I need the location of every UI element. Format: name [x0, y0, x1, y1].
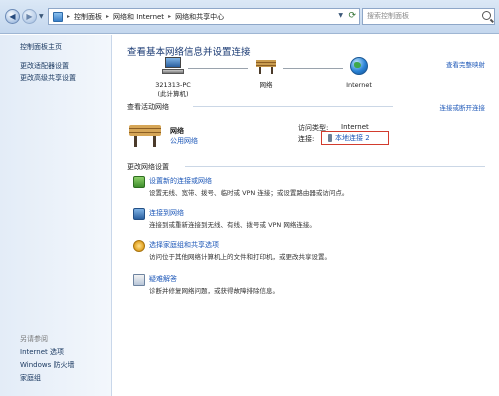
- task-troubleshoot[interactable]: 疑难解答 诊断并修复网络问题，或获得故障排除信息。: [133, 274, 473, 298]
- sidebar-link-internet-options[interactable]: Internet 选项: [20, 347, 64, 357]
- troubleshoot-icon: [133, 274, 145, 286]
- sidebar-link-advanced-sharing[interactable]: 更改高级共享设置: [20, 73, 76, 83]
- sidebar-link-windows-firewall[interactable]: Windows 防火墙: [20, 360, 74, 370]
- breadcrumb-network-sharing-center[interactable]: 网络和共享中心: [175, 12, 224, 22]
- pc-sub-label: (此计算机): [157, 90, 189, 98]
- map-node-network[interactable]: 网络: [236, 57, 296, 90]
- task-homegroup-sharing[interactable]: 选择家庭组和共享选项 访问位于其他网络计算机上的文件和打印机，或更改共享设置。: [133, 240, 473, 264]
- sidebar: 控制面板主页 更改适配器设置 更改高级共享设置 另请参阅 Internet 选项…: [0, 35, 112, 396]
- network-setup-icon: [133, 176, 145, 188]
- search-placeholder: 搜索控制面板: [367, 12, 409, 20]
- task-title[interactable]: 疑难解答: [149, 274, 177, 284]
- internet-node-label: Internet: [346, 81, 372, 89]
- title-bar: ◀ ▶ ▼ ▸ 控制面板 ▸ 网络和 Internet ▸ 网络和共享中心 ▼ …: [0, 0, 499, 34]
- control-panel-icon: [53, 11, 63, 22]
- forward-button[interactable]: ▶: [22, 9, 37, 24]
- public-network-icon: [129, 121, 161, 147]
- connect-network-icon: [133, 208, 145, 220]
- network-node-label: 网络: [259, 81, 273, 89]
- main-panel: 查看基本网络信息并设置连接 查看完整映射 321313-PC (此计算机) 网络…: [113, 35, 499, 396]
- refresh-icon[interactable]: ⟳: [348, 11, 356, 21]
- task-setup-connection[interactable]: 设置新的连接或网络 设置无线、宽带、拨号、临时或 VPN 连接；或设置路由器或访…: [133, 176, 473, 200]
- connection-name: 本地连接 2: [335, 134, 370, 142]
- connection-label: 连接:: [298, 135, 315, 143]
- section-divider: [193, 106, 393, 107]
- task-title[interactable]: 选择家庭组和共享选项: [149, 240, 219, 250]
- task-title[interactable]: 设置新的连接或网络: [149, 176, 212, 186]
- history-dropdown-icon[interactable]: ▼: [39, 13, 44, 20]
- globe-icon: [350, 57, 368, 75]
- ethernet-plug-icon: [328, 134, 332, 142]
- pc-name-label: 321313-PC: [155, 81, 191, 89]
- page-title: 查看基本网络信息并设置连接: [127, 47, 251, 58]
- see-also-heading: 另请参阅: [20, 335, 48, 343]
- task-description: 设置无线、宽带、拨号、临时或 VPN 连接；或设置路由器或访问点。: [149, 189, 349, 197]
- task-description: 连接到或重新连接到无线、有线、拨号或 VPN 网络连接。: [149, 221, 316, 229]
- breadcrumb-control-panel[interactable]: 控制面板: [74, 12, 102, 22]
- breadcrumb-network-internet[interactable]: 网络和 Internet: [113, 12, 164, 22]
- task-description: 访问位于其他网络计算机上的文件和打印机，或更改共享设置。: [149, 253, 331, 261]
- access-type-value: Internet: [341, 123, 369, 131]
- active-network-name: 网络: [170, 127, 184, 135]
- search-icon[interactable]: [482, 11, 491, 20]
- public-network-bench-icon: [255, 57, 277, 75]
- section-divider: [185, 166, 485, 167]
- address-bar[interactable]: ▸ 控制面板 ▸ 网络和 Internet ▸ 网络和共享中心 ▼ ⟳: [48, 8, 360, 25]
- sidebar-home-link[interactable]: 控制面板主页: [20, 42, 62, 52]
- change-settings-heading: 更改网络设置: [127, 163, 169, 171]
- local-connection-link[interactable]: 本地连接 2: [328, 133, 370, 143]
- map-node-internet[interactable]: Internet: [329, 57, 389, 90]
- homegroup-icon: [133, 240, 145, 252]
- breadcrumb-separator-icon[interactable]: ▸: [168, 13, 171, 20]
- sidebar-link-adapter-settings[interactable]: 更改适配器设置: [20, 61, 69, 71]
- task-connect-network[interactable]: 连接到网络 连接到或重新连接到无线、有线、拨号或 VPN 网络连接。: [133, 208, 473, 232]
- active-networks-heading: 查看活动网络: [127, 103, 169, 111]
- task-title[interactable]: 连接到网络: [149, 208, 184, 218]
- view-full-map-link[interactable]: 查看完整映射: [446, 59, 485, 69]
- address-dropdown-icon[interactable]: ▼: [338, 12, 343, 19]
- computer-icon: [162, 57, 184, 75]
- breadcrumb-separator-icon[interactable]: ▸: [106, 13, 109, 20]
- map-node-this-pc[interactable]: 321313-PC (此计算机): [143, 57, 203, 99]
- connect-disconnect-link[interactable]: 连接或断开连接: [440, 102, 486, 112]
- search-input[interactable]: 搜索控制面板: [362, 8, 495, 25]
- network-location-link[interactable]: 公用网络: [170, 136, 198, 146]
- back-button[interactable]: ◀: [5, 9, 20, 24]
- sidebar-link-homegroup[interactable]: 家庭组: [20, 373, 41, 383]
- task-description: 诊断并修复网络问题，或获得故障排除信息。: [149, 287, 279, 295]
- breadcrumb-separator-icon[interactable]: ▸: [67, 13, 70, 20]
